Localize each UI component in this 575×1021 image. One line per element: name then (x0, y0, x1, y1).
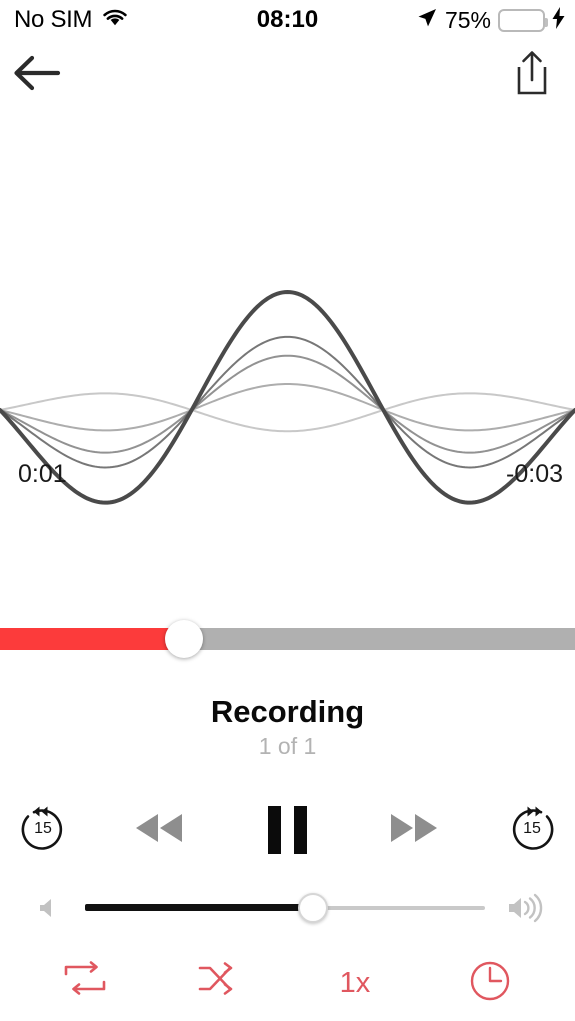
battery-percent-label: 75% (444, 6, 491, 33)
rewind-button[interactable] (119, 790, 199, 870)
rewind-icon (128, 808, 190, 853)
skip-forward-15-label: 15 (523, 820, 541, 837)
waveform-svg (0, 289, 575, 505)
repeat-button[interactable] (35, 945, 135, 1021)
status-bar: No SIM 08:10 75% (0, 0, 575, 40)
waveform-curve (0, 289, 575, 505)
skip-forward-15-icon: 15 (504, 800, 560, 861)
waveform-curve (0, 383, 575, 432)
skip-back-15-icon: 15 (15, 800, 71, 861)
sleep-timer-button[interactable] (440, 945, 540, 1021)
location-arrow-icon (416, 7, 438, 34)
share-icon (512, 50, 552, 101)
waveform-curve (0, 354, 575, 454)
recording-index: 1 of 1 (258, 733, 317, 759)
scrubber-thumb[interactable] (165, 620, 203, 658)
repeat-icon (62, 960, 108, 1006)
recording-title: Recording (210, 694, 365, 729)
share-button[interactable] (505, 48, 559, 102)
navigation-bar (0, 40, 575, 110)
back-button[interactable] (10, 48, 64, 102)
clock-label: 08:10 (256, 6, 319, 33)
playback-scrubber[interactable] (0, 620, 575, 658)
battery-icon (498, 8, 548, 32)
volume-fill (85, 904, 313, 911)
skip-forward-15-button[interactable]: 15 (492, 790, 572, 870)
current-time-label: 0:01 (18, 460, 67, 488)
audio-player-screen: No SIM 08:10 75% 0:01 -0:03 Recording 1 … (0, 0, 575, 1021)
lightning-bolt-icon (552, 6, 565, 34)
waveform-visualization: 0:01 -0:03 (0, 270, 575, 510)
shuffle-button[interactable] (170, 945, 270, 1021)
skip-back-15-button[interactable]: 15 (3, 790, 83, 870)
pause-icon (267, 806, 307, 854)
shuffle-icon (197, 961, 243, 1006)
playback-speed-label: 1x (339, 966, 371, 999)
speaker-high-icon[interactable] (507, 890, 551, 931)
volume-control (0, 880, 575, 936)
speaker-low-icon[interactable] (38, 894, 64, 927)
bottom-toolbar: 1x (0, 945, 575, 1021)
scrubber-fill (0, 628, 184, 650)
arrow-left-icon (12, 53, 62, 98)
fast-forward-icon (383, 808, 445, 853)
pause-button[interactable] (247, 790, 327, 870)
remaining-time-label: -0:03 (506, 460, 563, 488)
skip-back-15-label: 15 (34, 820, 52, 837)
clock-icon (467, 958, 513, 1009)
waveform-curve (0, 392, 575, 433)
fast-forward-button[interactable] (374, 790, 454, 870)
playback-speed-button[interactable]: 1x (305, 945, 405, 1021)
transport-controls: 15 15 (0, 790, 575, 870)
volume-thumb[interactable] (298, 893, 328, 923)
status-bar-right: 75% (416, 0, 565, 40)
